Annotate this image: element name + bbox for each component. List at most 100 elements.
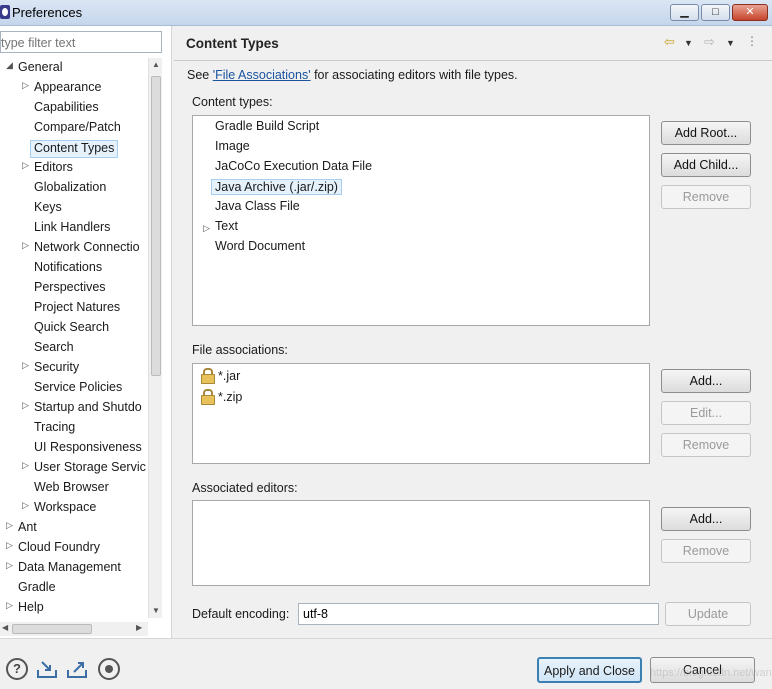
expanded-icon[interactable]: ◢ [6,60,13,71]
file-associations-label: File associations: [192,343,288,357]
tree-item-label: Compare/Patch [34,120,121,134]
content-type-item[interactable]: Image [215,139,250,153]
desc-suffix: for associating editors with file types. [310,68,518,82]
expand-icon[interactable]: ▷ [6,540,13,551]
page-title: Content Types [186,36,279,51]
tree-item[interactable]: Globalization [34,180,106,198]
content-type-item[interactable]: Text [215,219,238,233]
tree-item[interactable]: Capabilities [34,100,99,118]
watermark: https://blog.csdn.net/wangyi [650,667,772,679]
content-type-item[interactable]: Java Archive (.jar/.zip) [211,179,342,195]
scroll-left-icon[interactable]: ◀ [2,623,8,632]
tree-item[interactable]: Service Policies [34,380,122,398]
expand-icon[interactable]: ▷ [6,600,13,611]
tree-item[interactable]: Web Browser [34,480,109,498]
tree-item[interactable]: ▷ Data Management [6,560,121,578]
tree-item[interactable]: ▷ Network Connectio [22,240,140,258]
file-associations-list[interactable]: *.jar *.zip [192,363,650,464]
expand-icon[interactable]: ▷ [22,360,29,371]
tree-item[interactable]: ◢ General [6,60,62,78]
associated-editors-list[interactable] [192,500,650,586]
tree-item[interactable]: Link Handlers [34,220,110,238]
expand-icon[interactable]: ▷ [6,520,13,531]
maximize-icon: □ [712,6,719,18]
update-encoding-button[interactable]: Update [665,602,751,626]
tree-item[interactable]: ▷ Appearance [22,80,101,98]
expand-icon[interactable]: ▷ [22,400,29,411]
tree-item[interactable]: ▷ Ant [6,520,37,538]
edit-association-button[interactable]: Edit... [661,401,751,425]
remove-content-type-button[interactable]: Remove [661,185,751,209]
tree-item[interactable]: Project Natures [34,300,120,318]
filter-input[interactable] [0,31,162,53]
forward-arrow-icon[interactable]: ⇨ [704,34,715,50]
tree-item-label: Globalization [34,180,107,194]
tree-item[interactable]: ▷ Workspace [22,500,96,518]
expand-icon[interactable]: ▷ [22,500,29,511]
forward-dropdown-icon[interactable]: ▼ [726,38,735,48]
export-icon[interactable] [66,658,88,680]
apply-and-close-button[interactable]: Apply and Close [537,657,642,683]
expand-icon[interactable]: ▷ [22,240,29,251]
content-type-item[interactable]: Gradle Build Script [215,119,319,133]
scroll-thumb[interactable] [151,76,161,376]
expand-icon[interactable]: ▷ [22,80,29,91]
tree-item[interactable]: Gradle [18,580,56,598]
tree-item[interactable]: Compare/Patch [34,120,121,138]
scroll-up-icon[interactable]: ▲ [152,60,160,69]
tree-item[interactable]: ▷ Help [6,600,44,618]
scroll-down-icon[interactable]: ▼ [152,606,160,615]
help-icon[interactable]: ? [6,658,28,680]
tree-item[interactable]: Perspectives [34,280,106,298]
content-type-item[interactable]: Word Document [215,239,305,253]
eclipse-app-icon [0,5,10,19]
tree-item[interactable]: Content Types [30,140,119,158]
expand-icon[interactable]: ▷ [203,223,210,234]
expand-icon[interactable]: ▷ [22,160,29,171]
lock-icon [201,389,215,405]
tree-item[interactable]: Tracing [34,420,75,438]
tree-item-label: Keys [34,200,62,214]
tree-horizontal-scrollbar[interactable]: ◀ ▶ [0,622,148,636]
content-types-list[interactable]: Gradle Build Script Image JaCoCo Execution… [192,115,650,326]
tree-item[interactable]: ▷ Editors [22,160,73,178]
desc-prefix: See [187,68,213,82]
minimize-button[interactable]: ▁ [670,4,699,21]
tree-item-label: Perspectives [34,280,106,294]
remove-association-button[interactable]: Remove [661,433,751,457]
file-associations-link[interactable]: 'File Associations' [213,68,311,82]
tree-vertical-scrollbar[interactable]: ▲ ▼ [148,58,162,618]
tree-item[interactable]: Search [34,340,74,358]
add-editor-button[interactable]: Add... [661,507,751,531]
close-button[interactable]: ✕ [732,4,768,21]
back-dropdown-icon[interactable]: ▼ [684,38,693,48]
remove-editor-button[interactable]: Remove [661,539,751,563]
tree-item[interactable]: ▷ Cloud Foundry [6,540,100,558]
default-encoding-input[interactable] [298,603,659,625]
oomph-icon[interactable] [98,658,120,680]
tree-item-label: Capabilities [34,100,99,114]
tree-item[interactable]: ▷ User Storage Servic [22,460,146,478]
tree-item[interactable]: Notifications [34,260,102,278]
content-type-item[interactable]: Java Class File [215,199,300,213]
tree-item[interactable]: ▷ Startup and Shutdo [22,400,142,418]
scroll-right-icon[interactable]: ▶ [136,623,142,632]
tree-item[interactable]: Keys [34,200,62,218]
file-association-item[interactable]: *.zip [201,389,242,405]
add-child-button[interactable]: Add Child... [661,153,751,177]
add-association-button[interactable]: Add... [661,369,751,393]
back-arrow-icon[interactable]: ⇦ [664,34,675,50]
expand-icon[interactable]: ▷ [22,460,29,471]
tree-item-label: Data Management [18,560,121,574]
import-icon[interactable] [36,658,58,680]
maximize-button[interactable]: □ [701,4,730,21]
expand-icon[interactable]: ▷ [6,560,13,571]
file-association-item[interactable]: *.jar [201,368,240,384]
tree-item[interactable]: Quick Search [34,320,109,338]
tree-item[interactable]: UI Responsiveness [34,440,142,458]
add-root-button[interactable]: Add Root... [661,121,751,145]
tree-item[interactable]: ▷ Security [22,360,79,378]
view-menu-icon[interactable]: ⋮ [746,34,758,48]
content-type-item[interactable]: JaCoCo Execution Data File [215,159,372,173]
scroll-thumb-horizontal[interactable] [12,624,92,634]
